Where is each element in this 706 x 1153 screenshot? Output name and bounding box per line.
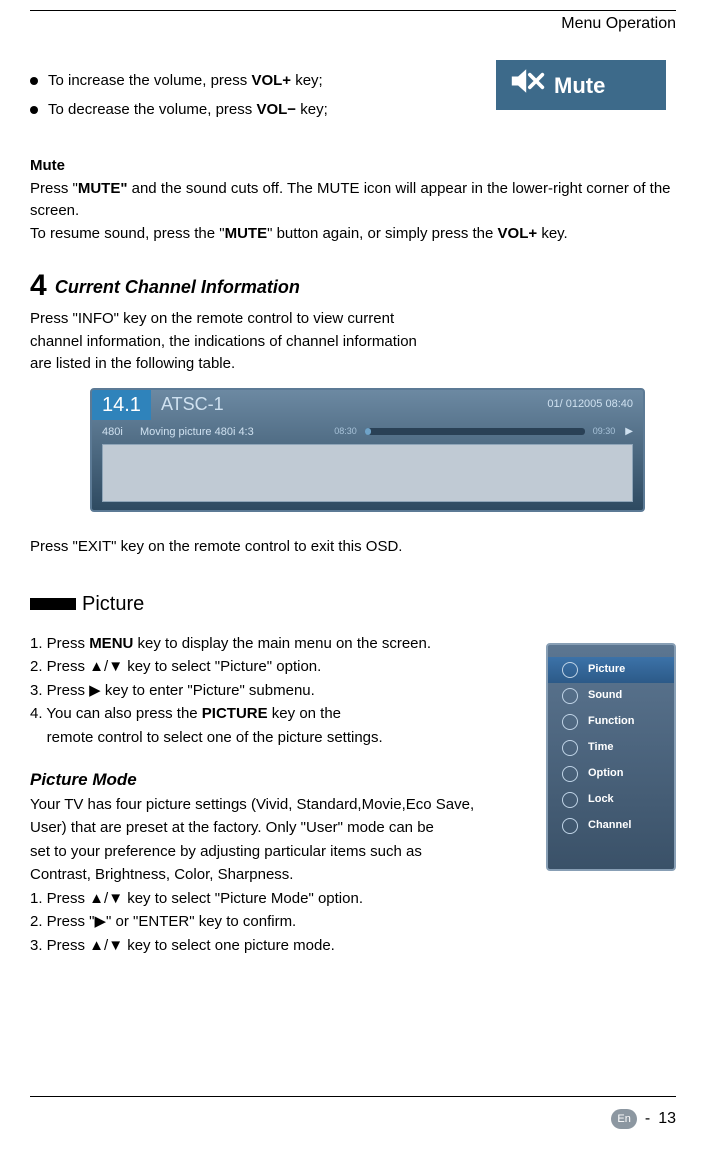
cci-exit-text: Press "EXIT" key on the remote control t… [30,536,676,559]
picture-mode-step-1: 1. Press ▲/▼ key to select "Picture Mode… [30,888,676,911]
menu-item-channel[interactable]: Channel [548,813,674,839]
main-menu-panel: Picture Sound Function Time Option Lock … [546,643,676,871]
vol-decrease-text: To decrease the volume, press VOL− key; [48,99,328,122]
cci-heading: 4 Current Channel Information [30,263,676,308]
vol-increase-text: To increase the volume, press VOL+ key; [48,70,323,93]
osd-resolution: 480i [102,424,140,441]
osd-progress-bar [365,428,585,435]
picture-mode-step-3: 3. Press ▲/▼ key to select one picture m… [30,935,676,958]
play-icon: ▶ [625,424,633,439]
language-badge: En [611,1109,636,1130]
osd-datetime: 01/ 012005 08:40 [547,396,643,413]
menu-item-function[interactable]: Function [548,709,674,735]
bullet-icon [30,106,38,114]
mute-indicator: Mute [496,60,666,110]
menu-item-lock[interactable]: Lock [548,787,674,813]
cci-text: Press "INFO" key on the remote control t… [30,308,430,376]
osd-description: Moving picture 480i 4:3 [140,424,330,441]
osd-end-time: 09:30 [593,425,616,439]
bullet-icon [30,77,38,85]
osd-channel-number: 14.1 [92,390,151,420]
page-header-title: Menu Operation [561,10,676,36]
osd-start-time: 08:30 [334,425,357,439]
osd-channel-name: ATSC-1 [151,391,547,418]
menu-item-time[interactable]: Time [548,735,674,761]
page-number: 13 [658,1107,676,1131]
section-bar-icon [30,598,76,610]
osd-content-area [102,444,633,502]
menu-item-picture[interactable]: Picture [548,657,674,683]
mute-heading: Mute [30,155,676,178]
mute-label: Mute [554,69,605,102]
speaker-mute-icon [510,66,546,104]
menu-item-option[interactable]: Option [548,761,674,787]
footer-dash: - [645,1107,650,1131]
menu-item-sound[interactable]: Sound [548,683,674,709]
osd-channel-info-panel: 14.1 ATSC-1 01/ 012005 08:40 480i Moving… [90,388,645,513]
picture-mode-step-2: 2. Press "▶" or "ENTER" key to confirm. [30,911,676,934]
mute-para-2: To resume sound, press the "MUTE" button… [30,223,676,246]
picture-section-title: Picture [82,589,144,619]
mute-para-1: Press "MUTE" and the sound cuts off. The… [30,178,676,223]
